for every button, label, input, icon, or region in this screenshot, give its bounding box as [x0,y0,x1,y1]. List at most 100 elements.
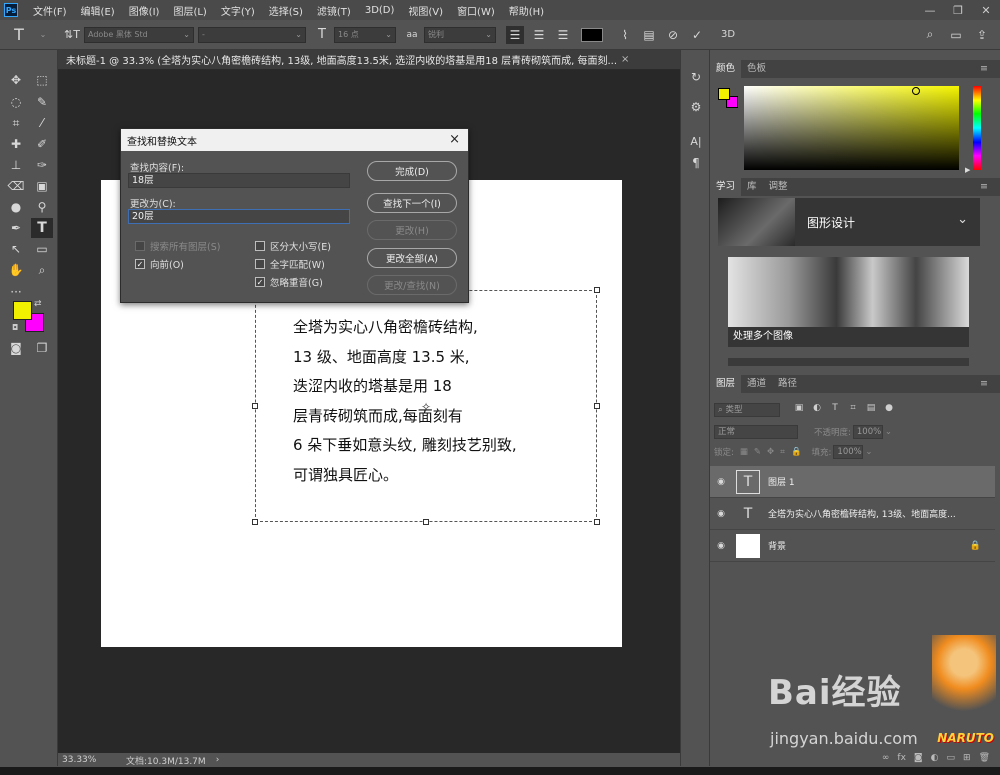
clone-stamp-tool-icon[interactable]: ⊥ [5,155,27,175]
layer-name[interactable]: 图层 1 [768,475,795,488]
align-center-icon[interactable]: ☰ [530,26,548,44]
tab-learn[interactable]: 学习 [710,178,742,196]
lock-position-icon[interactable]: ✥ [767,447,774,457]
rectangle-tool-icon[interactable]: ▭ [31,239,53,259]
change-all-button[interactable]: 更改全部(A) [367,248,457,268]
menu-edit[interactable]: 编辑(E) [74,3,122,18]
layer-row[interactable]: ◉ T 全塔为实心八角密檐砖结构, 13级、地面高度... [710,498,995,530]
menu-3d[interactable]: 3D(D) [358,5,402,16]
font-family-select[interactable]: Adobe 黑体 Std ⌄ [84,26,194,43]
menu-type[interactable]: 文字(Y) [214,3,262,18]
transform-handle[interactable] [594,519,600,525]
move-tool-icon[interactable]: ✥ [5,70,27,90]
tab-channels[interactable]: 通道 [741,375,772,393]
lasso-tool-icon[interactable]: ◌ [5,92,27,112]
transform-handle[interactable] [594,403,600,409]
chevron-down-icon[interactable]: ⌄ [885,427,892,437]
panel-menu-icon[interactable]: ≡ [974,178,994,196]
menu-layer[interactable]: 图层(L) [166,3,213,18]
history-brush-tool-icon[interactable]: ✑ [31,155,53,175]
done-button[interactable]: 完成(D) [367,161,457,181]
hand-tool-icon[interactable]: ✋ [5,260,27,280]
visibility-eye-icon[interactable]: ◉ [710,509,732,519]
foreground-color-swatch[interactable] [718,88,730,100]
more-tools-icon[interactable]: ··· [5,282,27,302]
transform-handle[interactable] [423,519,429,525]
close-icon[interactable]: × [621,54,629,65]
chevron-down-icon[interactable]: ⌄ [957,212,968,227]
layer-filter-select[interactable]: ⌕ 类型 [714,403,780,417]
status-menu-icon[interactable]: › [216,755,220,765]
toggle-text-orientation-icon[interactable]: ⇅T [63,26,81,44]
quick-select-tool-icon[interactable]: ✎ [31,92,53,112]
close-window-button[interactable]: ✕ [972,4,1000,17]
maximize-button[interactable]: ❐ [944,4,972,17]
change-input[interactable]: 20层 [128,209,350,224]
transform-handle[interactable] [252,403,258,409]
smart-object-filter-icon[interactable]: ▤ [864,403,878,417]
lock-icon[interactable]: 🔒 [970,541,981,551]
brush-tool-icon[interactable]: ✐ [31,134,53,154]
blur-tool-icon[interactable]: ● [5,197,27,217]
lock-all-icon[interactable]: 🔒 [791,447,802,457]
learn-category-header[interactable]: 图形设计 ⌄ [718,198,980,246]
pen-tool-icon[interactable]: ✒ [5,218,27,238]
document-tab[interactable]: 未标题-1 @ 33.3% (全塔为实心八角密檐砖结构, 13级, 地面高度13… [58,50,680,70]
default-colors-icon[interactable]: ◘ [12,323,18,332]
color-picker-field[interactable] [744,86,959,170]
hue-slider-arrow-icon[interactable]: ▶ [965,166,970,174]
whole-word-checkbox[interactable]: 全字匹配(W) [255,257,325,271]
layer-name[interactable]: 全塔为实心八角密檐砖结构, 13级、地面高度... [768,507,956,520]
chevron-down-icon[interactable]: ⌄ [34,26,52,44]
find-next-button[interactable]: 查找下一个(I) [367,193,457,213]
lock-pixels-icon[interactable]: ▦ [740,447,748,457]
zoom-tool-icon[interactable]: ⌕ [31,260,53,280]
visibility-eye-icon[interactable]: ◉ [710,477,732,487]
layer-name[interactable]: 背景 [768,539,786,552]
layer-row[interactable]: ◉ 背景 🔒 [710,530,995,562]
font-style-select[interactable]: - ⌄ [198,26,306,43]
filter-toggle-icon[interactable]: ● [882,403,896,417]
transform-handle[interactable] [594,287,600,293]
change-find-button[interactable]: 更改/查找(N) [367,275,457,295]
eyedropper-tool-icon[interactable]: ⁄ [31,113,53,133]
hue-slider[interactable] [973,86,981,170]
ignore-accents-checkbox[interactable]: ✓ 忽略重音(G) [255,275,323,289]
healing-brush-tool-icon[interactable]: ✚ [5,134,27,154]
align-right-icon[interactable]: ☰ [554,26,572,44]
chevron-down-icon[interactable]: ⌄ [865,447,872,457]
menu-view[interactable]: 视图(V) [401,3,450,18]
type-filter-icon[interactable]: T [828,403,842,417]
crop-tool-icon[interactable]: ⌗ [5,113,27,133]
search-all-layers-checkbox[interactable]: 搜索所有图层(S) [135,239,220,253]
history-icon[interactable]: ↻ [687,68,705,86]
text-color-swatch[interactable] [581,27,603,42]
close-icon[interactable]: × [449,132,460,147]
properties-icon[interactable]: ⚙ [687,98,705,116]
tab-libraries[interactable]: 库 [741,178,763,196]
layer-row[interactable]: ◉ T 图层 1 [710,466,995,498]
cancel-icon[interactable]: ⊘ [664,26,682,44]
panel-menu-icon[interactable]: ≡ [974,375,994,393]
warp-text-icon[interactable]: ⌇ [616,26,634,44]
forward-checkbox[interactable]: ✓ 向前(O) [135,257,184,271]
path-selection-tool-icon[interactable]: ↖ [5,239,27,259]
3d-icon[interactable]: 3D [719,26,737,44]
character-icon[interactable]: A| [687,132,705,150]
transform-handle[interactable] [252,519,258,525]
zoom-level[interactable]: 33.33% [62,755,118,765]
shape-filter-icon[interactable]: ⌗ [846,403,860,417]
menu-window[interactable]: 窗口(W) [450,3,502,18]
menu-help[interactable]: 帮助(H) [502,3,551,18]
marquee-tool-icon[interactable]: ⬚ [31,70,53,90]
adjustment-filter-icon[interactable]: ◐ [810,403,824,417]
paragraph-icon[interactable]: ¶ [687,154,705,172]
font-size-select[interactable]: 16 点 ⌄ [334,26,396,43]
canvas-text-layer[interactable]: 全塔为实心八角密檐砖结构, 13 级、地面高度 13.5 米, 迭涩内收的塔基是… [293,313,593,490]
foreground-color-swatch[interactable] [13,301,32,320]
case-sensitive-checkbox[interactable]: 区分大小写(E) [255,239,331,253]
eraser-tool-icon[interactable]: ⌫ [5,176,27,196]
tutorial-card-next[interactable] [728,358,969,366]
dodge-tool-icon[interactable]: ⚲ [31,197,53,217]
tab-layers[interactable]: 图层 [710,375,742,393]
